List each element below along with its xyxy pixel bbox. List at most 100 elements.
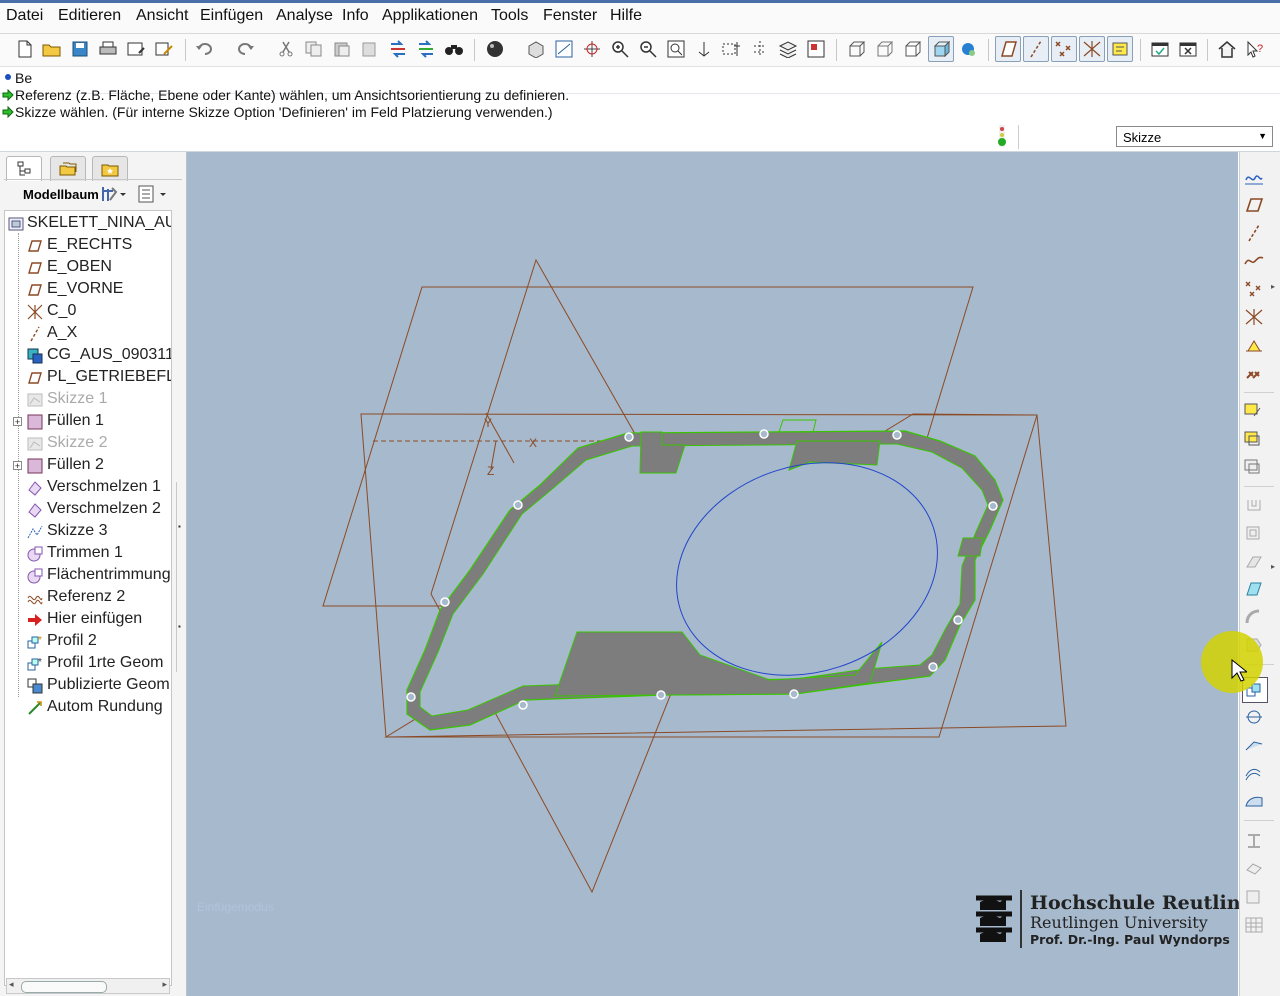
offset-tool-icon[interactable]	[1242, 761, 1266, 785]
undo-icon[interactable]	[194, 38, 216, 60]
pane-splitter[interactable]: ▪ ▪	[176, 482, 183, 672]
copy-geom-tool-icon[interactable]	[1242, 427, 1266, 451]
refit-icon[interactable]	[665, 38, 687, 60]
section-view-icon[interactable]	[721, 38, 743, 60]
tree-item[interactable]: C_0	[5, 301, 171, 323]
redo-icon[interactable]	[234, 38, 256, 60]
menu-datei[interactable]: Datei	[6, 7, 43, 25]
menu-editieren[interactable]: Editieren	[58, 7, 121, 25]
paste-special-icon[interactable]	[359, 38, 381, 60]
tree-item[interactable]: A_X	[5, 323, 171, 345]
menu-applikationen[interactable]: Applikationen	[382, 7, 478, 25]
tree-item[interactable]: Skizze 2	[5, 433, 171, 455]
tree-item[interactable]: E_VORNE	[5, 279, 171, 301]
cut-icon[interactable]	[275, 38, 297, 60]
copy-icon[interactable]	[303, 38, 325, 60]
tree-item[interactable]: PL_GETRIEBEFLA	[5, 367, 171, 389]
tree-settings-icon[interactable]	[100, 185, 126, 206]
orient-mode-icon[interactable]	[693, 38, 715, 60]
tab-model-tree[interactable]	[6, 156, 42, 181]
chain-tool-icon[interactable]	[1242, 361, 1266, 385]
regenerate-icon[interactable]	[387, 38, 409, 60]
regen-manager-icon[interactable]	[415, 38, 437, 60]
tree-item[interactable]: E_OBEN	[5, 257, 171, 279]
tree-item[interactable]: + Füllen 2	[5, 455, 171, 477]
extrude-tool-icon[interactable]	[1242, 493, 1266, 517]
datum-point-tool-icon[interactable]	[1242, 277, 1266, 301]
csys-tool-icon[interactable]	[1242, 305, 1266, 329]
wrap-tool-icon[interactable]	[1242, 885, 1266, 909]
datum-curve-tool-icon[interactable]	[1242, 249, 1266, 273]
reorient-icon[interactable]	[553, 38, 575, 60]
sketch-datum-icon[interactable]	[1242, 165, 1266, 189]
thicken-tool-icon[interactable]	[1242, 789, 1266, 813]
csys-toggle-icon[interactable]	[1079, 36, 1105, 62]
tree-item[interactable]: Referenz 2	[5, 587, 171, 609]
tree-item[interactable]: Flächentrimmung	[5, 565, 171, 587]
zoom-in-icon[interactable]	[609, 38, 631, 60]
home-icon[interactable]	[1216, 38, 1238, 60]
datum-axis-tool-icon[interactable]	[1242, 221, 1266, 245]
model-graphics[interactable]: Y Z X Einfügemodus	[187, 152, 1238, 996]
tab-favorites[interactable]	[92, 156, 128, 181]
project-tool-icon[interactable]	[1242, 857, 1266, 881]
tree-item[interactable]: Verschmelzen 2	[5, 499, 171, 521]
datum-points-toggle-icon[interactable]	[1051, 36, 1077, 62]
no-hidden-icon[interactable]	[901, 38, 923, 60]
publish-geom-tool-icon[interactable]	[1242, 399, 1266, 423]
tree-item[interactable]: CG_AUS_090311	[5, 345, 171, 367]
shrinkwrap-tool-icon[interactable]	[1242, 455, 1266, 479]
display-style-icon[interactable]	[484, 38, 506, 60]
boundary-blend-icon[interactable]	[1242, 577, 1266, 601]
trim-tool-icon[interactable]	[1242, 705, 1266, 729]
tree-item[interactable]: + Füllen 1	[5, 411, 171, 433]
view-manager-icon[interactable]	[749, 38, 771, 60]
tree-item[interactable]: Autom Rundung	[5, 697, 171, 719]
menu-ansicht[interactable]: Ansicht	[136, 7, 188, 25]
open-folder-icon[interactable]	[41, 38, 63, 60]
menu-analyse[interactable]: Analyse	[276, 7, 333, 25]
tree-horizontal-scrollbar[interactable]: ◂ ▸	[6, 978, 170, 994]
paste-icon[interactable]	[331, 38, 353, 60]
print-icon[interactable]	[97, 38, 119, 60]
tree-item[interactable]: Trimmen 1	[5, 543, 171, 565]
revolve-tool-icon[interactable]	[1242, 521, 1266, 545]
pattern-tool-icon[interactable]	[1242, 913, 1266, 937]
menu-hilfe[interactable]: Hilfe	[610, 7, 642, 25]
datum-axes-toggle-icon[interactable]	[1023, 36, 1049, 62]
appearance-icon[interactable]	[805, 38, 827, 60]
menu-tools[interactable]: Tools	[491, 7, 528, 25]
scroll-right-icon[interactable]: ▸	[162, 979, 167, 990]
tab-folder-browser[interactable]	[50, 156, 86, 181]
tree-item[interactable]: Verschmelzen 1	[5, 477, 171, 499]
window-close-icon[interactable]	[1177, 38, 1199, 60]
shading-icon[interactable]	[928, 36, 954, 62]
window-activate-icon[interactable]	[1149, 38, 1171, 60]
solidify-tool-icon[interactable]	[1242, 829, 1266, 853]
send-mail-icon[interactable]	[125, 38, 147, 60]
tree-item-root[interactable]: SKELETT_NINA_AU	[5, 213, 171, 235]
menu-einfuegen[interactable]: Einfügen	[200, 7, 263, 25]
zoom-out-icon[interactable]	[637, 38, 659, 60]
model-display-icon[interactable]	[957, 38, 979, 60]
tree-item[interactable]: * Profil 1rte Geom	[5, 653, 171, 675]
menu-info[interactable]: Info	[342, 7, 369, 25]
analysis-feature-icon[interactable]	[1242, 333, 1266, 357]
show-menu-icon[interactable]	[138, 185, 170, 206]
menu-fenster[interactable]: Fenster	[543, 7, 597, 25]
expand-icon[interactable]: +	[13, 461, 22, 471]
saved-views-icon[interactable]	[525, 38, 547, 60]
expand-arrow-icon[interactable]: ▸	[1271, 562, 1275, 571]
edit-doc-icon[interactable]	[153, 38, 175, 60]
tree-item[interactable]: E_RECHTS	[5, 235, 171, 257]
save-icon[interactable]	[69, 38, 91, 60]
sweep-tool-icon[interactable]	[1242, 549, 1266, 573]
selection-filter-dropdown[interactable]: Skizze ▼	[1116, 126, 1273, 147]
tree-item[interactable]: Skizze 3	[5, 521, 171, 543]
extend-tool-icon[interactable]	[1242, 733, 1266, 757]
expand-icon[interactable]: +	[13, 417, 22, 427]
tree-item[interactable]: Publizierte Geom	[5, 675, 171, 697]
graphics-window[interactable]: Y Z X Einfügemodus	[187, 152, 1238, 996]
annotation-toggle-icon[interactable]	[1107, 36, 1133, 62]
variable-sweep-icon[interactable]	[1242, 605, 1266, 629]
